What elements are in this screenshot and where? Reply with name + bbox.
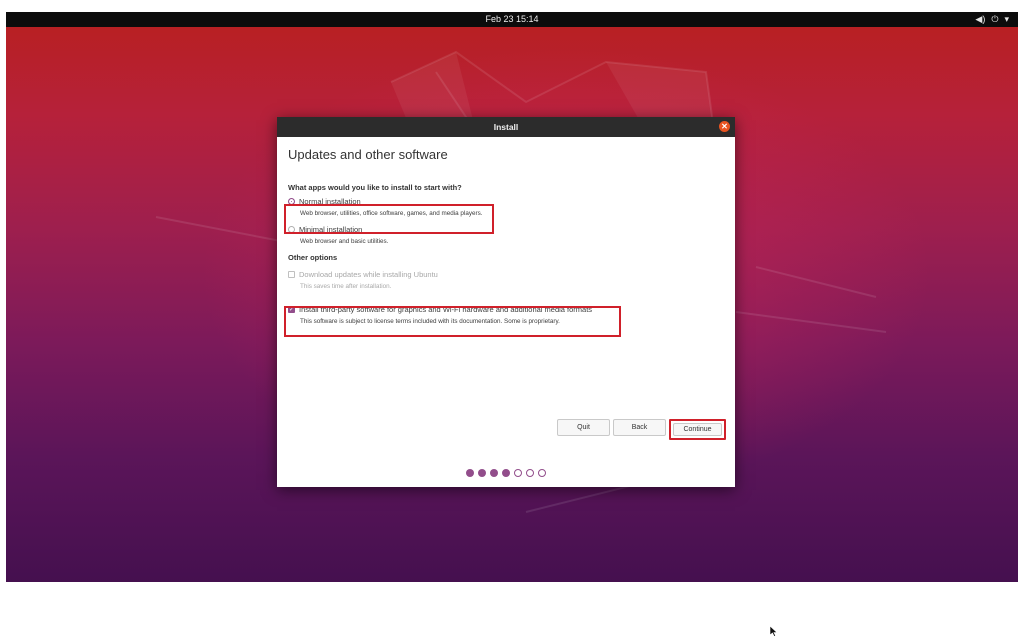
- page-title: Updates and other software: [288, 147, 448, 162]
- normal-installation-label: Normal installation: [299, 196, 361, 206]
- progress-dots: [277, 469, 735, 477]
- continue-button[interactable]: Continue: [673, 423, 722, 436]
- download-updates-option: Download updates while installing Ubuntu…: [288, 268, 724, 293]
- progress-dot: [466, 469, 474, 477]
- clock[interactable]: Feb 23 15:14: [6, 14, 1018, 24]
- download-updates-desc: This saves time after installation.: [300, 283, 392, 290]
- top-bar: Feb 23 15:14 ◀) ⏻ ▾: [6, 12, 1018, 27]
- power-icon[interactable]: ⏻: [991, 13, 998, 26]
- progress-dot: [490, 469, 498, 477]
- continue-highlight: Continue: [669, 419, 726, 440]
- minimal-installation-label: Minimal installation: [299, 224, 363, 234]
- other-options-heading: Other options: [288, 253, 338, 262]
- minimal-installation-radio[interactable]: [288, 225, 295, 233]
- download-updates-checkbox: [288, 270, 295, 278]
- install-question: What apps would you like to install to s…: [288, 183, 462, 192]
- minimal-installation-desc: Web browser and basic utilities.: [300, 238, 389, 245]
- quit-button[interactable]: Quit: [557, 419, 610, 436]
- window-titlebar[interactable]: Install ✕: [277, 117, 735, 137]
- window-title: Install: [493, 122, 519, 132]
- installer-window: Install ✕ Updates and other software Wha…: [277, 117, 778, 637]
- progress-dot: [478, 469, 486, 477]
- third-party-option[interactable]: ✓ Install third-party software for graph…: [288, 303, 724, 328]
- normal-installation-desc: Web browser, utilities, office software,…: [300, 210, 483, 217]
- progress-dot: [526, 469, 534, 477]
- minimal-installation-option[interactable]: Minimal installation Web browser and bas…: [288, 223, 724, 248]
- progress-dot: [538, 469, 546, 477]
- download-updates-label: Download updates while installing Ubuntu: [299, 269, 438, 279]
- navigation-buttons: Quit Back Continue: [557, 419, 726, 440]
- close-icon[interactable]: ✕: [719, 121, 730, 132]
- back-button[interactable]: Back: [613, 419, 666, 436]
- installer-content: Updates and other software What apps wou…: [277, 147, 735, 328]
- chevron-down-icon[interactable]: ▾: [1004, 13, 1009, 26]
- normal-installation-radio[interactable]: [288, 197, 295, 205]
- third-party-label: Install third-party software for graphic…: [299, 304, 593, 314]
- cursor-icon: [770, 626, 778, 637]
- progress-dot: [502, 469, 510, 477]
- system-tray[interactable]: ◀) ⏻ ▾: [975, 13, 1009, 26]
- third-party-desc: This software is subject to license term…: [300, 318, 560, 325]
- progress-dot: [514, 469, 522, 477]
- normal-installation-option[interactable]: Normal installation Web browser, utiliti…: [288, 195, 724, 220]
- third-party-checkbox[interactable]: ✓: [288, 305, 295, 313]
- volume-icon[interactable]: ◀): [975, 13, 985, 26]
